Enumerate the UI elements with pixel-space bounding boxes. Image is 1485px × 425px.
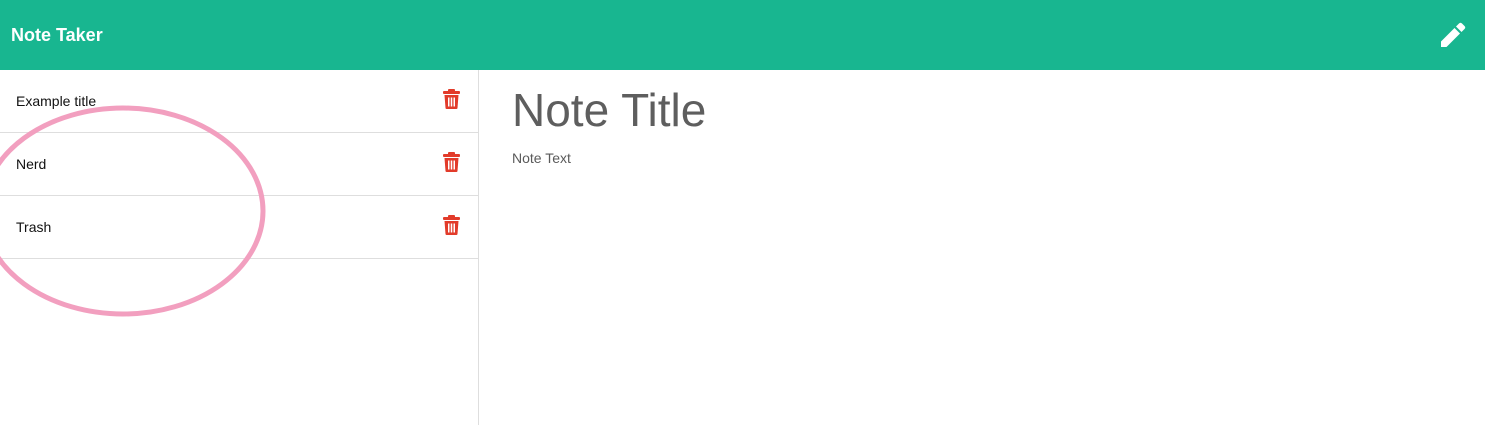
note-list-item[interactable]: Trash	[0, 196, 478, 259]
note-text-input[interactable]	[512, 150, 1412, 350]
trash-icon[interactable]	[442, 89, 461, 109]
note-title-input[interactable]	[512, 82, 1412, 138]
note-editor	[480, 70, 1485, 425]
trash-icon[interactable]	[442, 215, 461, 235]
note-list-item[interactable]: Example title	[0, 70, 478, 133]
note-list-item-title[interactable]: Example title	[16, 70, 96, 132]
navbar: Note Taker	[0, 0, 1485, 70]
trash-icon[interactable]	[442, 152, 461, 172]
note-list-item-title[interactable]: Trash	[16, 196, 51, 258]
pencil-icon	[1441, 22, 1466, 47]
new-note-button[interactable]	[1438, 20, 1468, 50]
brand-title[interactable]: Note Taker	[11, 0, 103, 70]
note-list-item[interactable]: Nerd	[0, 133, 478, 196]
notes-sidebar: Example title Nerd Trash	[0, 70, 479, 425]
note-list-item-title[interactable]: Nerd	[16, 133, 46, 195]
